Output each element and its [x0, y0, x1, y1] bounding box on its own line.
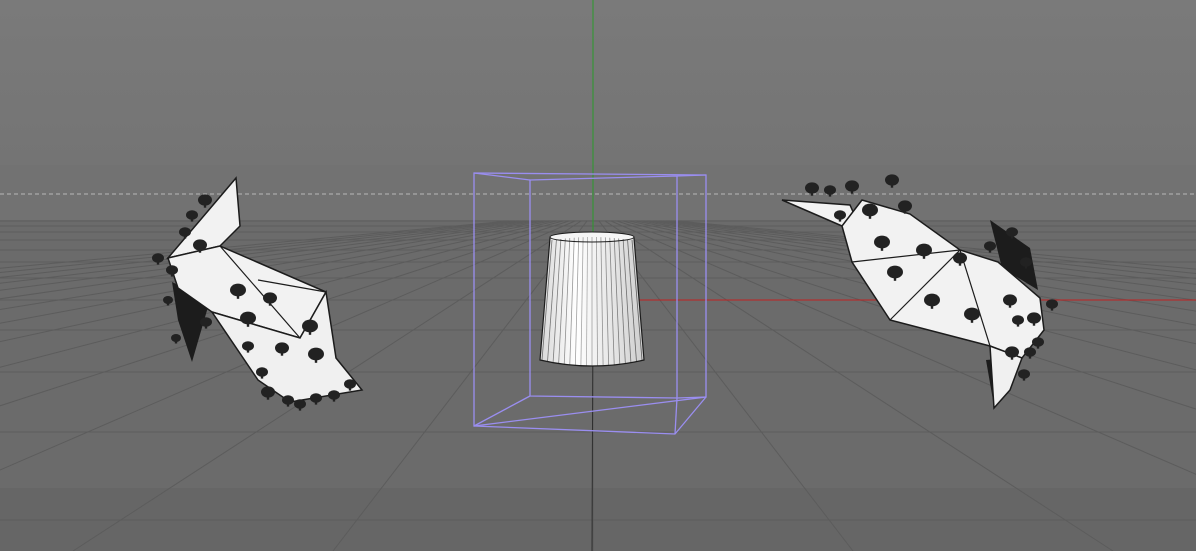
3d-viewport[interactable] [0, 0, 1196, 551]
sky-background [0, 0, 1196, 165]
viewport-canvas[interactable] [0, 0, 1196, 551]
tapered-cylinder[interactable] [539, 231, 645, 367]
